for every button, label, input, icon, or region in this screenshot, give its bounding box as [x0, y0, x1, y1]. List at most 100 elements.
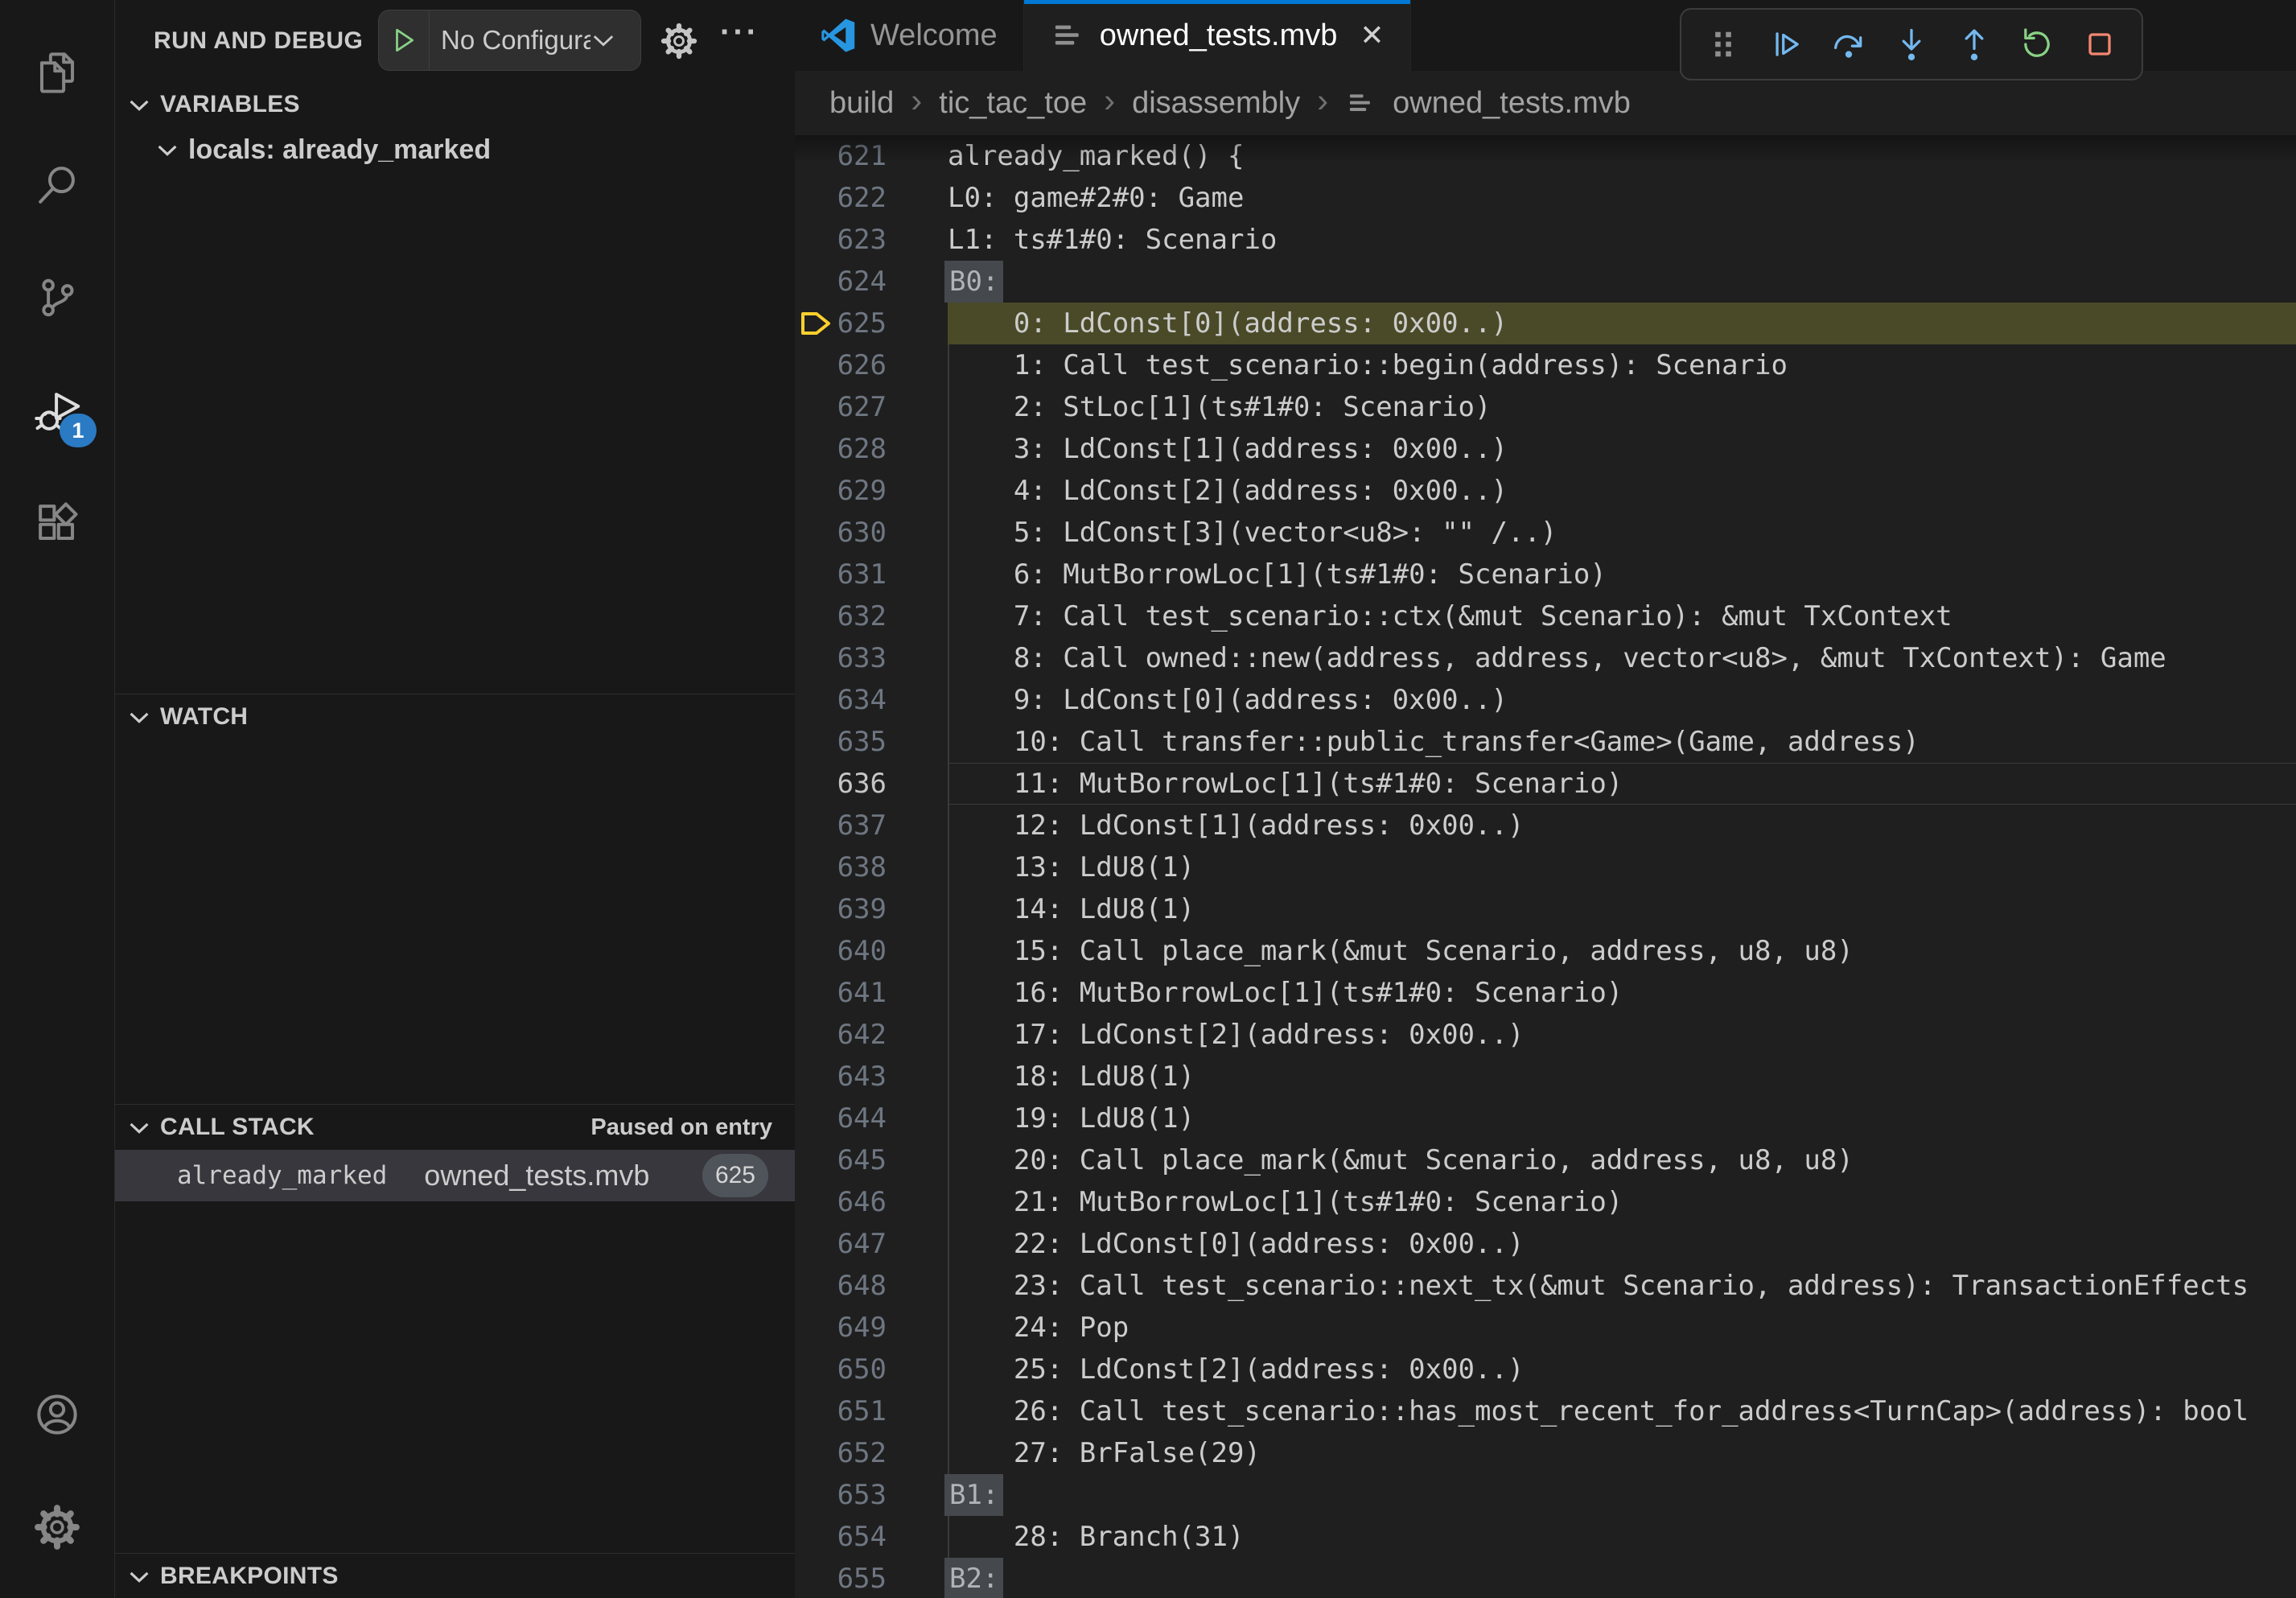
line-text[interactable]: 20: Call place_mark(&mut Scenario, addre…	[948, 1139, 2296, 1181]
line-number[interactable]: 644	[837, 1098, 887, 1139]
code-line[interactable]: 651 26: Call test_scenario::has_most_rec…	[795, 1390, 2296, 1432]
tab-welcome[interactable]: Welcome	[795, 0, 1024, 71]
gutter-space[interactable]	[795, 805, 837, 846]
line-text[interactable]: L0: game#2#0: Game	[948, 177, 2296, 219]
code-line[interactable]: 629 4: LdConst[2](address: 0x00..)	[795, 470, 2296, 512]
gutter-space[interactable]	[795, 428, 837, 470]
code-line[interactable]: 643 18: LdU8(1)	[795, 1056, 2296, 1098]
drag-handle-button[interactable]	[1694, 15, 1752, 73]
code-line[interactable]: 649 24: Pop	[795, 1307, 2296, 1349]
breadcrumb-item[interactable]: tic_tac_toe	[939, 86, 1087, 121]
line-text[interactable]: 9: LdConst[0](address: 0x00..)	[948, 679, 2296, 721]
code-line[interactable]: 635 10: Call transfer::public_transfer<G…	[795, 721, 2296, 763]
line-text[interactable]: 28: Branch(31)	[948, 1516, 2296, 1558]
start-debugging-icon[interactable]	[379, 27, 429, 54]
line-text[interactable]: 2: StLoc[1](ts#1#0: Scenario)	[948, 386, 2296, 428]
line-number[interactable]: 634	[837, 679, 887, 721]
gutter-space[interactable]	[795, 135, 837, 177]
code-line[interactable]: 650 25: LdConst[2](address: 0x00..)	[795, 1349, 2296, 1390]
code-line[interactable]: 637 12: LdConst[1](address: 0x00..)	[795, 805, 2296, 846]
line-text[interactable]: L1: ts#1#0: Scenario	[948, 219, 2296, 261]
breadcrumb-item[interactable]: owned_tests.mvb	[1393, 86, 1631, 121]
gutter-space[interactable]	[795, 512, 837, 554]
line-number[interactable]: 645	[837, 1139, 887, 1181]
gear-icon[interactable]	[660, 23, 697, 60]
code-line[interactable]: 631 6: MutBorrowLoc[1](ts#1#0: Scenario)	[795, 554, 2296, 595]
breadcrumb-item[interactable]: build	[829, 86, 894, 121]
close-icon[interactable]: ✕	[1360, 19, 1384, 52]
variables-section-header[interactable]: VARIABLES	[115, 82, 795, 127]
line-number[interactable]: 642	[837, 1014, 887, 1056]
gutter-space[interactable]	[795, 595, 837, 637]
line-number[interactable]: 643	[837, 1056, 887, 1098]
line-number[interactable]: 654	[837, 1516, 887, 1558]
line-number[interactable]: 648	[837, 1265, 887, 1307]
line-text[interactable]: 12: LdConst[1](address: 0x00..)	[948, 805, 2296, 846]
line-text[interactable]: 6: MutBorrowLoc[1](ts#1#0: Scenario)	[948, 554, 2296, 595]
step-into-button[interactable]	[1882, 15, 1940, 73]
line-number[interactable]: 625	[837, 303, 887, 344]
line-text[interactable]: 15: Call place_mark(&mut Scenario, addre…	[948, 930, 2296, 972]
code-line[interactable]: 646 21: MutBorrowLoc[1](ts#1#0: Scenario…	[795, 1181, 2296, 1223]
gutter-space[interactable]	[795, 1265, 837, 1307]
gutter-space[interactable]	[795, 554, 837, 595]
gutter-space[interactable]	[795, 679, 837, 721]
line-number[interactable]: 627	[837, 386, 887, 428]
debug-config-dropdown[interactable]: No Configura	[378, 10, 641, 71]
line-number[interactable]: 632	[837, 595, 887, 637]
call-stack-section-header[interactable]: CALL STACK Paused on entry	[115, 1105, 795, 1150]
activity-bar-item-source-control[interactable]	[0, 241, 114, 354]
gutter-space[interactable]	[795, 386, 837, 428]
line-text[interactable]: 3: LdConst[1](address: 0x00..)	[948, 428, 2296, 470]
gutter-space[interactable]	[795, 1223, 837, 1265]
line-text[interactable]: B0:	[948, 261, 2296, 303]
code-line[interactable]: 636 11: MutBorrowLoc[1](ts#1#0: Scenario…	[795, 763, 2296, 805]
breadcrumb-item[interactable]: disassembly	[1132, 86, 1300, 121]
line-text[interactable]: 17: LdConst[2](address: 0x00..)	[948, 1014, 2296, 1056]
code-line[interactable]: 642 17: LdConst[2](address: 0x00..)	[795, 1014, 2296, 1056]
gutter-space[interactable]	[795, 1432, 837, 1474]
line-text[interactable]: 14: LdU8(1)	[948, 888, 2296, 930]
gutter-space[interactable]	[795, 972, 837, 1014]
gutter-space[interactable]	[795, 1014, 837, 1056]
breakpoints-section-header[interactable]: BREAKPOINTS	[115, 1554, 795, 1598]
line-number[interactable]: 624	[837, 261, 887, 303]
line-number[interactable]: 626	[837, 344, 887, 386]
line-text[interactable]: 7: Call test_scenario::ctx(&mut Scenario…	[948, 595, 2296, 637]
code-line[interactable]: 655B2:	[795, 1558, 2296, 1598]
restart-button[interactable]	[2008, 15, 2066, 73]
gutter-space[interactable]	[795, 1056, 837, 1098]
line-text[interactable]: 5: LdConst[3](vector<u8>: "" /..)	[948, 512, 2296, 554]
gutter-space[interactable]	[795, 1516, 837, 1558]
line-number[interactable]: 631	[837, 554, 887, 595]
activity-bar-item-explorer[interactable]	[0, 16, 114, 129]
line-text[interactable]: 26: Call test_scenario::has_most_recent_…	[948, 1390, 2296, 1432]
variables-scope-locals[interactable]: locals: already_marked	[115, 127, 795, 172]
gutter-space[interactable]	[795, 1390, 837, 1432]
line-number[interactable]: 651	[837, 1390, 887, 1432]
line-number[interactable]: 622	[837, 177, 887, 219]
code-line[interactable]: 627 2: StLoc[1](ts#1#0: Scenario)	[795, 386, 2296, 428]
gutter-space[interactable]	[795, 930, 837, 972]
line-number[interactable]: 653	[837, 1474, 887, 1516]
tab-owned-tests-mvb[interactable]: owned_tests.mvb✕	[1024, 0, 1411, 71]
line-number[interactable]: 621	[837, 135, 887, 177]
gutter-space[interactable]	[795, 637, 837, 679]
gutter-space[interactable]	[795, 763, 837, 805]
code-line[interactable]: 644 19: LdU8(1)	[795, 1098, 2296, 1139]
code-line[interactable]: 648 23: Call test_scenario::next_tx(&mut…	[795, 1265, 2296, 1307]
code-line[interactable]: 621 already_marked() {	[795, 135, 2296, 177]
call-stack-frame[interactable]: already_markedowned_tests.mvb625	[115, 1150, 795, 1201]
line-number[interactable]: 636	[837, 763, 887, 805]
activity-bar-item-extensions[interactable]	[0, 467, 114, 579]
gutter-space[interactable]	[795, 1307, 837, 1349]
line-number[interactable]: 647	[837, 1223, 887, 1265]
line-number[interactable]: 640	[837, 930, 887, 972]
line-text[interactable]: already_marked() {	[948, 135, 2296, 177]
line-text[interactable]: 11: MutBorrowLoc[1](ts#1#0: Scenario)	[948, 763, 2296, 805]
code-line[interactable]: 633 8: Call owned::new(address, address,…	[795, 637, 2296, 679]
line-text[interactable]: 19: LdU8(1)	[948, 1098, 2296, 1139]
gutter-space[interactable]	[795, 177, 837, 219]
code-line[interactable]: 640 15: Call place_mark(&mut Scenario, a…	[795, 930, 2296, 972]
line-number[interactable]: 652	[837, 1432, 887, 1474]
